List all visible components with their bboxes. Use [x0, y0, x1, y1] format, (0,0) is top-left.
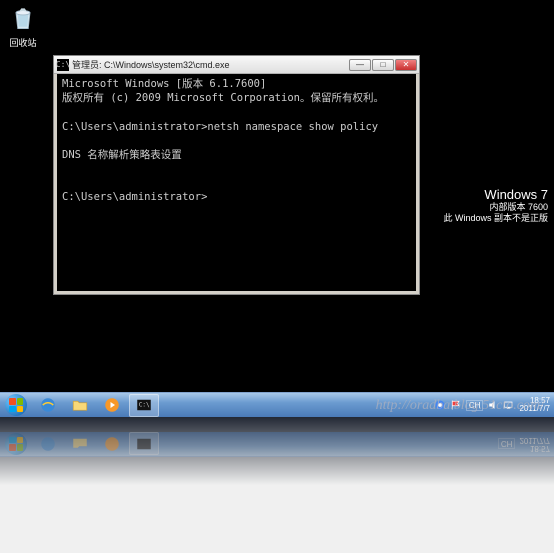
desktop[interactable]: 回收站 C:\ 管理员: C:\Windows\system32\cmd.exe… — [0, 0, 554, 392]
tray-flag-icon[interactable] — [450, 399, 462, 411]
taskbar-item-ie[interactable] — [33, 394, 63, 417]
taskbar-item-cmd[interactable]: C:\ — [129, 394, 159, 417]
start-button[interactable] — [0, 393, 32, 418]
build-watermark: Windows 7 内部版本 7600 此 Windows 副本不是正版 — [443, 187, 548, 224]
maximize-icon: □ — [381, 60, 386, 69]
clock-date: 2011/7/7 — [519, 405, 550, 413]
recycle-bin-icon — [9, 4, 37, 32]
cmd-icon: C:\ — [57, 59, 69, 71]
taskbar-reflection: CH 18:572011/7/7 — [0, 417, 554, 457]
minimize-icon: — — [356, 60, 364, 69]
ie-icon — [39, 396, 57, 414]
recycle-bin[interactable]: 回收站 — [3, 4, 43, 49]
cmd-taskbar-icon: C:\ — [135, 396, 153, 414]
taskbar-item-explorer[interactable] — [65, 394, 95, 417]
windows-logo-icon — [5, 394, 27, 416]
folder-icon — [71, 396, 89, 414]
svg-text:C:\: C:\ — [139, 402, 150, 409]
recycle-bin-label: 回收站 — [3, 36, 43, 49]
close-icon: ✕ — [403, 60, 410, 69]
volume-icon[interactable] — [487, 399, 499, 411]
titlebar[interactable]: C:\ 管理员: C:\Windows\system32\cmd.exe — □… — [54, 56, 419, 74]
maximize-button[interactable]: □ — [372, 59, 394, 71]
pinned-apps: C:\ — [32, 394, 160, 417]
taskbar-item-mediaplayer[interactable] — [97, 394, 127, 417]
system-tray: CH 18:57 2011/7/7 — [434, 397, 554, 413]
clock[interactable]: 18:57 2011/7/7 — [519, 397, 550, 413]
close-button[interactable]: ✕ — [395, 59, 417, 71]
taskbar[interactable]: C:\ CH 18:57 2011/7/7 — [0, 392, 554, 417]
tray-chrome-icon[interactable] — [434, 399, 446, 411]
cmd-window[interactable]: C:\ 管理员: C:\Windows\system32\cmd.exe — □… — [53, 55, 420, 295]
minimize-button[interactable]: — — [349, 59, 371, 71]
window-title: 管理员: C:\Windows\system32\cmd.exe — [72, 58, 349, 71]
language-indicator[interactable]: CH — [466, 400, 484, 411]
console-output[interactable]: Microsoft Windows [版本 6.1.7600] 版权所有 (c)… — [57, 74, 416, 291]
media-player-icon — [103, 396, 121, 414]
network-icon[interactable] — [503, 399, 515, 411]
